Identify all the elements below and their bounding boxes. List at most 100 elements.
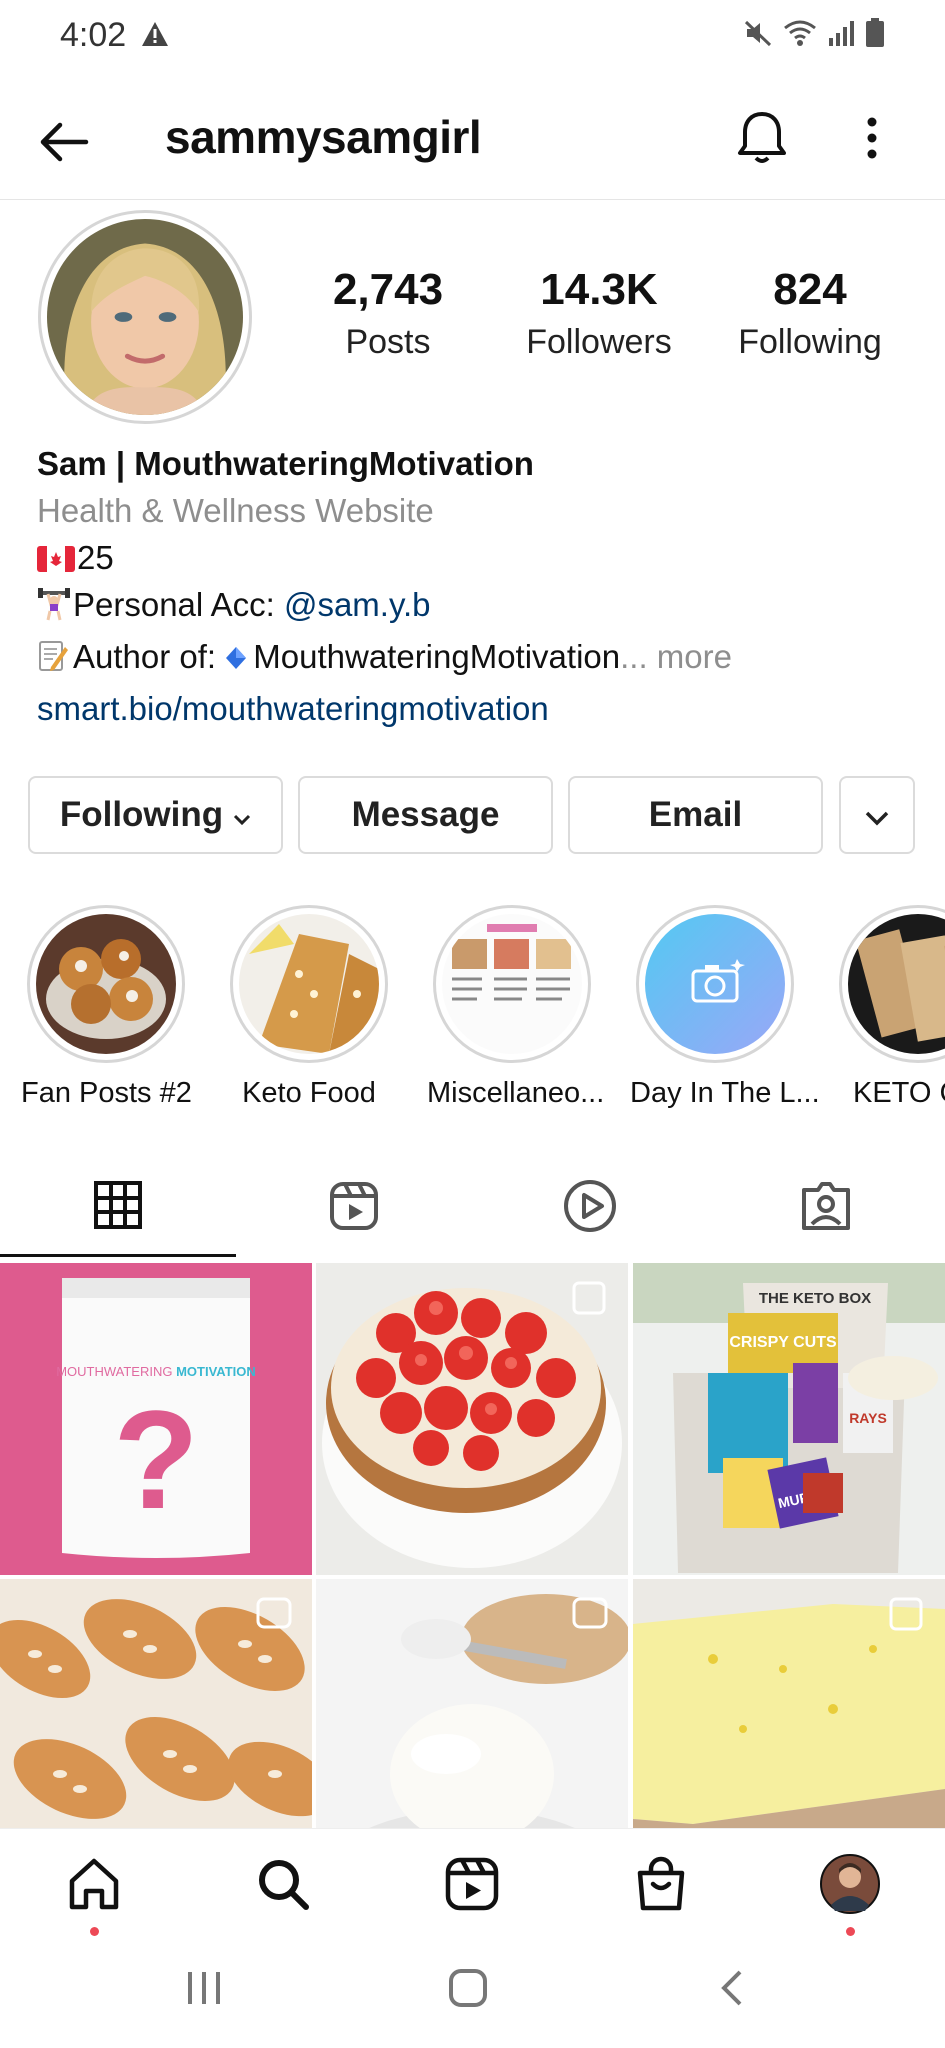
grid-post[interactable]: THE KETO BOX CRISPY CUTS RAYS MUFFIN (633, 1263, 945, 1575)
system-back-icon[interactable] (716, 1968, 746, 2013)
message-button[interactable]: Message (298, 776, 553, 854)
more-options-icon[interactable] (860, 110, 884, 171)
nav-shop[interactable] (626, 1851, 696, 1921)
nav-home[interactable] (59, 1851, 129, 1936)
highlight-cover (239, 914, 379, 1054)
bio-line-personal: Personal Acc: @sam.y.b (37, 581, 917, 633)
pouch-brand-accent: MOTIVATION (176, 1364, 256, 1379)
email-button-label: Email (648, 795, 743, 834)
system-navigation-bar (0, 1938, 945, 2048)
message-button-label: Message (351, 795, 500, 834)
status-time: 4:02 (60, 16, 127, 54)
highlight-keto-food[interactable]: Keto Food (224, 905, 394, 1110)
grid-post[interactable]: MOUTHWATERING MOTIVATION ? (0, 1263, 312, 1575)
warning-icon (140, 20, 170, 53)
following-button-label: Following (59, 795, 224, 834)
followers-count: 14.3K (540, 265, 658, 314)
chevron-down-icon (233, 795, 251, 835)
grid-icon (94, 1180, 142, 1234)
bio-line-author: Author of: MouthwateringMotivation... mo… (37, 633, 917, 685)
grid-post[interactable] (316, 1263, 628, 1575)
post-grid: MOUTHWATERING MOTIVATION ? THE KETO BOX … (0, 1263, 945, 1828)
posts-label: Posts (345, 323, 431, 361)
svg-text:MOUTHWATERING MOTIVATION: MOUTHWATERING MOTIVATION (56, 1364, 256, 1379)
nav-search[interactable] (248, 1851, 318, 1921)
stat-following[interactable]: 824 Following (700, 265, 920, 362)
notification-dot (846, 1927, 855, 1936)
highlight-label: Miscellaneo... (427, 1077, 605, 1109)
highlight-cover (36, 914, 176, 1054)
highlight-keto-co[interactable]: KETO CO (833, 905, 945, 1110)
suggested-accounts-button[interactable] (839, 776, 915, 854)
profile-avatar-icon (819, 1853, 881, 1920)
pouch-question-mark: ? (113, 1381, 199, 1538)
back-arrow-icon[interactable] (36, 114, 92, 175)
memo-emoji-icon (37, 638, 73, 685)
following-count: 824 (773, 265, 847, 314)
profile-category: Health & Wellness Website (37, 492, 434, 529)
keto-item-2: RAYS (849, 1410, 887, 1426)
profile-header: sammysamgirl (0, 90, 945, 200)
weightlifter-emoji-icon (37, 586, 73, 633)
chevron-down-icon (864, 795, 890, 835)
bottom-navigation (0, 1828, 945, 1938)
home-icon (66, 1856, 122, 1917)
keto-box-title: THE KETO BOX (759, 1290, 871, 1307)
highlight-label: Keto Food (242, 1077, 376, 1109)
highlight-cover (848, 914, 945, 1054)
email-button[interactable]: Email (568, 776, 823, 854)
play-circle-icon (563, 1179, 617, 1238)
highlight-cover (442, 914, 582, 1054)
bio-author-label: Author of: (73, 638, 226, 675)
bio-line-age: 25 (37, 534, 917, 581)
nav-profile[interactable] (815, 1851, 885, 1936)
bio-author-text: MouthwateringMotivation (253, 638, 621, 675)
stat-posts[interactable]: 2,743 Posts (278, 265, 498, 362)
highlight-cover (645, 914, 785, 1054)
grid-post[interactable] (633, 1579, 945, 1828)
tab-tagged[interactable] (708, 1160, 944, 1257)
reels-icon (329, 1181, 379, 1236)
signal-icon (827, 20, 855, 51)
grid-post[interactable] (0, 1579, 312, 1828)
grid-post[interactable] (316, 1579, 628, 1828)
tab-posts-grid[interactable] (0, 1160, 236, 1257)
tagged-person-icon (800, 1180, 852, 1237)
following-label: Following (738, 323, 882, 361)
profile-username: sammysamgirl (165, 111, 482, 163)
personal-account-mention[interactable]: @sam.y.b (284, 586, 431, 623)
recent-apps-icon[interactable] (184, 1968, 224, 2013)
notification-dot (90, 1927, 99, 1936)
highlight-miscellaneous[interactable]: Miscellaneo... (427, 905, 605, 1110)
blue-diamond-icon (225, 635, 253, 682)
avatar-photo (47, 219, 243, 415)
battery-icon (865, 18, 885, 53)
search-icon (255, 1856, 311, 1917)
highlight-label: Fan Posts #2 (21, 1077, 192, 1109)
tab-videos[interactable] (472, 1160, 708, 1257)
bell-icon[interactable] (735, 108, 789, 173)
status-bar: 4:02 (0, 0, 945, 78)
keto-item-1: CRISPY CUTS (729, 1334, 837, 1351)
stat-followers[interactable]: 14.3K Followers (489, 265, 709, 362)
nav-reels[interactable] (437, 1851, 507, 1921)
profile-display-name: Sam | MouthwateringMotivation (37, 445, 534, 482)
tab-reels[interactable] (236, 1160, 472, 1257)
bio-more-link[interactable]: ... more (620, 638, 732, 675)
profile-bio: Sam | MouthwateringMotivation Health & W… (37, 440, 917, 732)
following-button[interactable]: Following (28, 776, 283, 854)
story-highlights: Fan Posts #2 Keto Food Miscellaneo... Da… (0, 905, 945, 1120)
home-button-icon[interactable] (448, 1968, 488, 2013)
bio-personal-label: Personal Acc: (73, 586, 284, 623)
bio-website-link[interactable]: smart.bio/mouthwateringmotivation (37, 685, 917, 732)
shopping-bag-icon (634, 1856, 688, 1917)
highlight-day-in-the-life[interactable]: Day In The L... (630, 905, 820, 1110)
pouch-brand-text: MOUTHWATERING (56, 1364, 172, 1379)
bio-age: 25 (77, 539, 114, 576)
highlight-fan-posts[interactable]: Fan Posts #2 (21, 905, 192, 1110)
highlight-label: Day In The L... (630, 1077, 820, 1109)
reels-icon (445, 1857, 499, 1916)
profile-avatar[interactable] (38, 210, 252, 424)
highlight-label: KETO CO (853, 1077, 945, 1109)
canada-flag-icon (37, 537, 75, 572)
